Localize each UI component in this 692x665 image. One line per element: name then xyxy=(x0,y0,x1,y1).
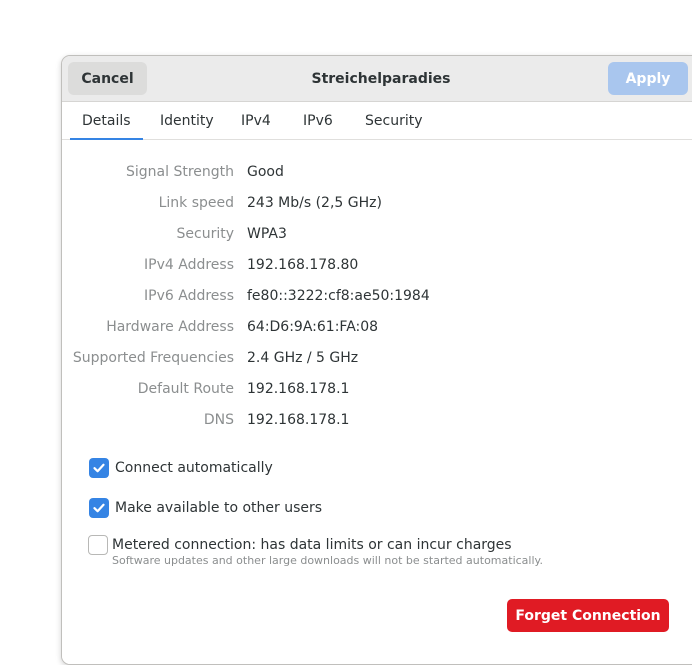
details-panel: Signal Strength Good Link speed 243 Mb/s… xyxy=(62,140,692,664)
info-row-dns: DNS 192.168.178.1 xyxy=(62,412,692,432)
info-label: Link speed xyxy=(158,195,234,211)
info-label: Hardware Address xyxy=(106,319,234,335)
apply-button[interactable]: Apply xyxy=(608,62,688,95)
info-value: WPA3 xyxy=(247,226,287,242)
metered-connection-sublabel: Software updates and other large downloa… xyxy=(112,554,543,567)
cancel-button[interactable]: Cancel xyxy=(68,62,147,95)
info-value: 192.168.178.1 xyxy=(247,412,350,428)
info-value: 192.168.178.80 xyxy=(247,257,359,273)
connect-automatically-option[interactable]: Connect automatically xyxy=(89,458,273,478)
info-label: IPv4 Address xyxy=(144,257,234,273)
available-to-others-checkbox[interactable] xyxy=(89,498,109,518)
info-value: 64:D6:9A:61:FA:08 xyxy=(247,319,379,335)
forget-connection-button[interactable]: Forget Connection xyxy=(507,599,669,632)
info-row-frequencies: Supported Frequencies 2.4 GHz / 5 GHz xyxy=(62,350,692,370)
available-to-others-option[interactable]: Make available to other users xyxy=(89,498,322,518)
info-label: Security xyxy=(176,226,235,242)
info-label: Supported Frequencies xyxy=(72,350,234,366)
info-label: IPv6 Address xyxy=(144,288,234,304)
info-row-ipv4: IPv4 Address 192.168.178.80 xyxy=(62,257,692,277)
tab-ipv4[interactable]: IPv4 xyxy=(229,102,283,140)
info-label: Default Route xyxy=(137,381,234,397)
dialog-title: Streichelparadies xyxy=(311,71,451,87)
check-icon xyxy=(93,463,105,473)
info-value: 192.168.178.1 xyxy=(247,381,350,397)
info-value: 243 Mb/s (2,5 GHz) xyxy=(247,195,382,211)
metered-connection-checkbox[interactable] xyxy=(88,535,108,555)
available-to-others-label: Make available to other users xyxy=(115,500,323,516)
tab-details[interactable]: Details xyxy=(70,102,143,141)
info-label: DNS xyxy=(203,412,234,428)
info-value: Good xyxy=(247,164,284,180)
metered-connection-option[interactable]: Metered connection: has data limits or c… xyxy=(88,535,512,555)
info-row-link-speed: Link speed 243 Mb/s (2,5 GHz) xyxy=(62,195,692,215)
metered-connection-label: Metered connection: has data limits or c… xyxy=(112,537,512,553)
info-row-signal: Signal Strength Good xyxy=(62,164,692,184)
info-label: Signal Strength xyxy=(125,164,234,180)
tab-ipv6[interactable]: IPv6 xyxy=(291,102,345,140)
header-bar: Cancel Streichelparadies Apply xyxy=(62,56,692,102)
info-row-hardware: Hardware Address 64:D6:9A:61:FA:08 xyxy=(62,319,692,339)
info-row-default-route: Default Route 192.168.178.1 xyxy=(62,381,692,401)
tab-security[interactable]: Security xyxy=(353,102,435,140)
info-row-ipv6: IPv6 Address fe80::3222:cf8:ae50:1984 xyxy=(62,288,692,308)
info-value: fe80::3222:cf8:ae50:1984 xyxy=(247,288,430,304)
info-value: 2.4 GHz / 5 GHz xyxy=(247,350,359,366)
tab-bar: Details Identity IPv4 IPv6 Security xyxy=(62,102,692,141)
connect-automatically-label: Connect automatically xyxy=(115,460,273,476)
info-row-security: Security WPA3 xyxy=(62,226,692,246)
connection-dialog: Cancel Streichelparadies Apply Details I… xyxy=(61,55,692,665)
connect-automatically-checkbox[interactable] xyxy=(89,458,109,478)
check-icon xyxy=(93,503,105,513)
tab-identity[interactable]: Identity xyxy=(148,102,226,140)
